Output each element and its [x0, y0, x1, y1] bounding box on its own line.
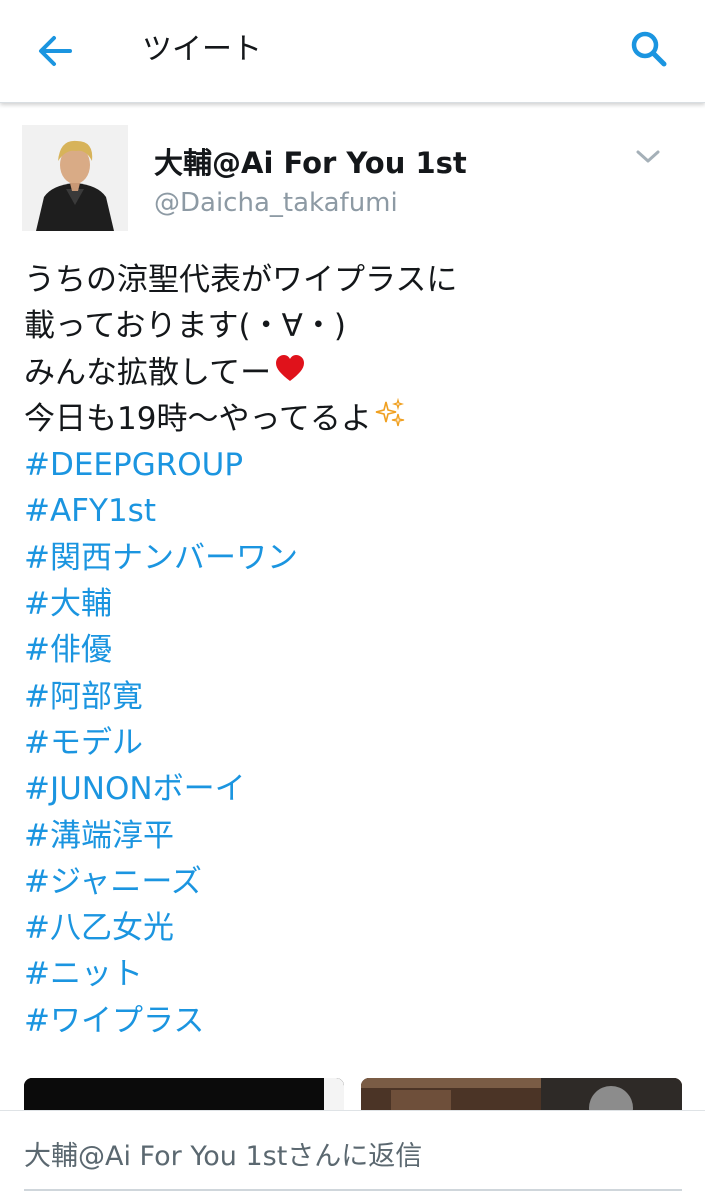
hashtag-link[interactable]: #ニット	[24, 951, 684, 997]
tweet-line-text: みんな拡散してー	[24, 354, 272, 391]
back-button[interactable]	[30, 26, 80, 76]
tweet-text: うちの涼聖代表がワイプラスに 載っております(・∀・) みんな拡散してー 今日も…	[24, 257, 684, 1044]
tweet-media	[24, 1078, 682, 1113]
photo-thumbnail	[361, 1078, 682, 1113]
hashtag-link[interactable]: #ジャニーズ	[24, 859, 684, 905]
hashtag-link[interactable]: #大輔	[24, 581, 684, 627]
user-display-name[interactable]: 大輔@Ai For You 1st	[154, 143, 467, 183]
reply-input[interactable]: 大輔@Ai For You 1stさんに返信	[24, 1139, 422, 1175]
tweet-menu-button[interactable]	[630, 139, 666, 175]
hashtag-link[interactable]: #阿部寛	[24, 674, 684, 720]
tweet-line-with-heart: みんな拡散してー	[24, 350, 684, 396]
user-avatar-icon	[22, 125, 128, 231]
hashtag-link[interactable]: #AFY1st	[24, 488, 684, 534]
tweet-detail: 大輔@Ai For You 1st @Daicha_takafumi うちの涼聖…	[0, 103, 705, 1113]
hashtag-link[interactable]: #モデル	[24, 720, 684, 766]
reply-composer: 大輔@Ai For You 1stさんに返信	[0, 1110, 705, 1201]
search-button[interactable]	[624, 24, 674, 74]
hashtag-link[interactable]: #関西ナンバーワン	[24, 535, 684, 581]
chevron-down-icon	[636, 150, 660, 163]
photo-thumbnail	[24, 1078, 344, 1113]
user-handle[interactable]: @Daicha_takafumi	[154, 185, 398, 221]
arrow-left-icon	[39, 36, 72, 66]
hashtag-link[interactable]: #JUNONボーイ	[24, 766, 684, 812]
page-title: ツイート	[142, 32, 262, 67]
avatar[interactable]	[22, 125, 128, 231]
input-underline	[24, 1189, 682, 1191]
app-header: ツイート	[0, 0, 705, 103]
hashtag-link[interactable]: #DEEPGROUP	[24, 442, 684, 488]
search-icon	[631, 31, 667, 67]
hashtag-link[interactable]: #ワイプラス	[24, 998, 684, 1044]
tweet-line-text: 今日も19時〜やってるよ	[24, 400, 372, 437]
media-photo[interactable]	[361, 1078, 682, 1113]
sparkles-icon	[374, 397, 406, 443]
media-photo[interactable]	[24, 1078, 344, 1113]
hashtag-link[interactable]: #俳優	[24, 627, 684, 673]
hashtag-link[interactable]: #溝端淳平	[24, 813, 684, 859]
tweet-line-with-sparkles: 今日も19時〜やってるよ	[24, 396, 684, 442]
hashtag-link[interactable]: #八乙女光	[24, 905, 684, 951]
red-heart-icon	[273, 351, 307, 397]
tweet-line: 載っております(・∀・)	[24, 308, 346, 345]
tweet-line: うちの涼聖代表がワイプラスに	[24, 262, 458, 298]
